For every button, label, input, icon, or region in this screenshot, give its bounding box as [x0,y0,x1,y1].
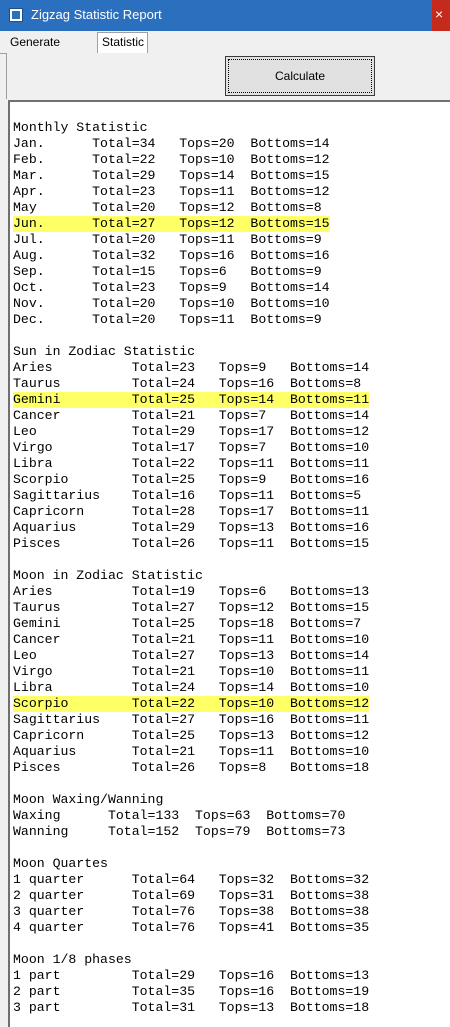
close-button[interactable]: × [432,0,450,31]
report-line-highlighted: Scorpio Total=22 Tops=10 Bottoms=12 [13,696,370,712]
report-line: 3 part Total=31 Tops=13 Bottoms=18 [13,1000,370,1015]
report-line: Taurus Total=24 Tops=16 Bottoms=8 [13,376,362,391]
report-line: Aquarius Total=29 Tops=13 Bottoms=16 [13,520,370,535]
report-section-title: Moon 1/8 phases [13,952,132,967]
report-line: May Total=20 Tops=12 Bottoms=8 [13,200,322,215]
report-line-highlighted: Gemini Total=25 Tops=14 Bottoms=11 [13,392,370,408]
tab-strip: Generate report Statistic [0,31,450,67]
calculate-button[interactable]: Calculate [225,56,375,96]
report-line: Libra Total=24 Tops=14 Bottoms=10 [13,680,370,695]
report-line: Cancer Total=21 Tops=7 Bottoms=14 [13,408,370,423]
report-line: Waxing Total=133 Tops=63 Bottoms=70 [13,808,346,823]
report-line: Aug. Total=32 Tops=16 Bottoms=16 [13,248,330,263]
report-line: Mar. Total=29 Tops=14 Bottoms=15 [13,168,330,183]
report-line: Cancer Total=21 Tops=11 Bottoms=10 [13,632,370,647]
app-icon [9,8,23,22]
report-line: 1 part Total=29 Tops=16 Bottoms=13 [13,968,370,983]
report-line: Sagittarius Total=27 Tops=16 Bottoms=11 [13,712,370,727]
report-line: Aries Total=23 Tops=9 Bottoms=14 [13,360,370,375]
report-line: Wanning Total=152 Tops=79 Bottoms=73 [13,824,346,839]
report-line: 2 part Total=35 Tops=16 Bottoms=19 [13,984,370,999]
report-line: Aries Total=19 Tops=6 Bottoms=13 [13,584,370,599]
report-section-title: Monthly Statistic [13,120,148,135]
report-line: Feb. Total=22 Tops=10 Bottoms=12 [13,152,330,167]
report-line-highlighted: Jun. Total=27 Tops=12 Bottoms=15 [13,216,330,232]
window-title: Zigzag Statistic Report [31,7,162,22]
report-line: Taurus Total=27 Tops=12 Bottoms=15 [13,600,370,615]
tab-generate-report[interactable]: Generate report [6,33,96,67]
report-line: Dec. Total=20 Tops=11 Bottoms=9 [13,312,322,327]
report-line: Leo Total=27 Tops=13 Bottoms=14 [13,648,370,663]
report-line: 1 quarter Total=64 Tops=32 Bottoms=32 [13,872,370,887]
report-textbox[interactable]: Monthly Statistic Jan. Total=34 Tops=20 … [8,100,450,1027]
report-section-title: Sun in Zodiac Statistic [13,344,196,359]
report-line: Jan. Total=34 Tops=20 Bottoms=14 [13,136,330,151]
report-line: Sep. Total=15 Tops=6 Bottoms=9 [13,264,322,279]
report-line: Aquarius Total=21 Tops=11 Bottoms=10 [13,744,370,759]
report-line: Sagittarius Total=16 Tops=11 Bottoms=5 [13,488,362,503]
report-line: 3 quarter Total=76 Tops=38 Bottoms=38 [13,904,370,919]
report-line: Virgo Total=21 Tops=10 Bottoms=11 [13,664,370,679]
close-icon: × [435,6,444,22]
report-line: Capricorn Total=28 Tops=17 Bottoms=11 [13,504,370,519]
report-line: Libra Total=22 Tops=11 Bottoms=11 [13,456,370,471]
report-line: Nov. Total=20 Tops=10 Bottoms=10 [13,296,330,311]
report-section-title: Moon Quartes [13,856,108,871]
report-line: Capricorn Total=25 Tops=13 Bottoms=12 [13,728,370,743]
tab-statistic[interactable]: Statistic [97,32,148,54]
report-line: Pisces Total=26 Tops=11 Bottoms=15 [13,536,370,551]
report-section-title: Moon in Zodiac Statistic [13,568,203,583]
report-line: 2 quarter Total=69 Tops=31 Bottoms=38 [13,888,370,903]
report-line: Jul. Total=20 Tops=11 Bottoms=9 [13,232,322,247]
report-line: Scorpio Total=25 Tops=9 Bottoms=16 [13,472,370,487]
report-line: Oct. Total=23 Tops=9 Bottoms=14 [13,280,330,295]
report-line: Virgo Total=17 Tops=7 Bottoms=10 [13,440,370,455]
report-section-title: Moon Waxing/Wanning [13,792,164,807]
report-line: 4 quarter Total=76 Tops=41 Bottoms=35 [13,920,370,935]
title-bar: Zigzag Statistic Report × [0,0,450,31]
report-line: Apr. Total=23 Tops=11 Bottoms=12 [13,184,330,199]
report-line: Gemini Total=25 Tops=18 Bottoms=7 [13,616,362,631]
report-line: Leo Total=29 Tops=17 Bottoms=12 [13,424,370,439]
report-line: Pisces Total=26 Tops=8 Bottoms=18 [13,760,370,775]
